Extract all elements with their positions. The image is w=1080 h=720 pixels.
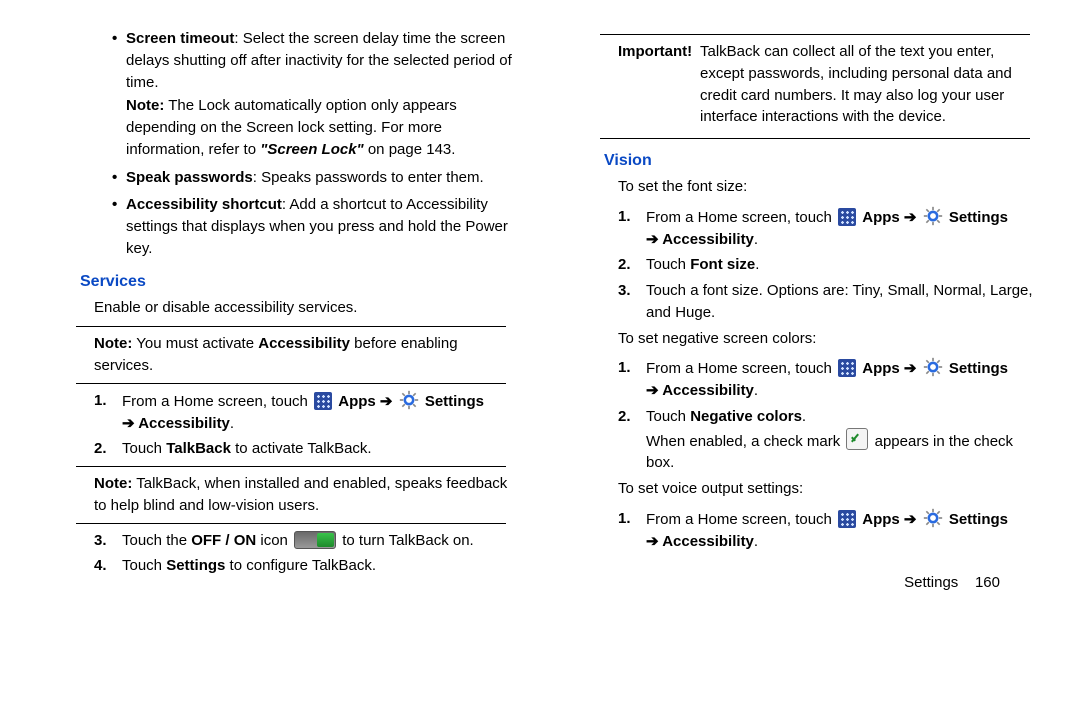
- apps-icon: [314, 392, 332, 410]
- bullet-screen-timeout: • Screen timeout: Select the screen dela…: [112, 28, 516, 161]
- apps-icon: [838, 208, 856, 226]
- divider: [600, 138, 1030, 139]
- neg-step-2: 2. Touch Negative colors. When enabled, …: [618, 406, 1040, 474]
- neg-step-1: 1. From a Home screen, touch Apps ➔ Sett…: [618, 357, 1040, 402]
- important-note: Important! TalkBack can collect all of t…: [564, 41, 1040, 128]
- voice-output-intro: To set voice output settings:: [564, 478, 1040, 500]
- fontsize-intro: To set the font size:: [564, 176, 1040, 198]
- settings-icon: [923, 206, 943, 226]
- settings-icon: [923, 508, 943, 528]
- vision-heading: Vision: [564, 149, 1040, 172]
- settings-icon: [923, 357, 943, 377]
- note-talkback: Note: TalkBack, when installed and enabl…: [40, 473, 516, 517]
- divider: [76, 523, 506, 524]
- negative-colors-intro: To set negative screen colors:: [564, 328, 1040, 350]
- divider: [76, 466, 506, 467]
- step-3: 3. Touch the OFF / ON icon to turn TalkB…: [94, 530, 516, 552]
- divider: [76, 383, 506, 384]
- toggle-on-icon: [294, 531, 336, 549]
- services-heading: Services: [40, 270, 516, 293]
- bullet-title: Screen timeout: [126, 30, 234, 47]
- page-footer: Settings 160: [564, 572, 1040, 594]
- bullet-speak-passwords: • Speak passwords: Speaks passwords to e…: [112, 167, 516, 189]
- divider: [76, 326, 506, 327]
- step-2: 2. Touch TalkBack to activate TalkBack.: [94, 438, 516, 460]
- voice-step-1: 1. From a Home screen, touch Apps ➔ Sett…: [618, 508, 1040, 553]
- settings-icon: [399, 390, 419, 410]
- step-1: 1. From a Home screen, touch Apps ➔ Sett…: [94, 390, 516, 435]
- note-activate-accessibility: Note: You must activate Accessibility be…: [40, 333, 516, 377]
- vision-step-3: 3. Touch a font size. Options are: Tiny,…: [618, 280, 1040, 324]
- apps-icon: [838, 510, 856, 528]
- step-4: 4. Touch Settings to configure TalkBack.: [94, 555, 516, 577]
- divider: [600, 34, 1030, 35]
- checkmark-icon: [846, 428, 868, 450]
- vision-step-2: 2. Touch Font size.: [618, 254, 1040, 276]
- bullet-accessibility-shortcut: • Accessibility shortcut: Add a shortcut…: [112, 194, 516, 259]
- services-intro: Enable or disable accessibility services…: [40, 297, 516, 319]
- vision-step-1: 1. From a Home screen, touch Apps ➔ Sett…: [618, 206, 1040, 251]
- apps-icon: [838, 359, 856, 377]
